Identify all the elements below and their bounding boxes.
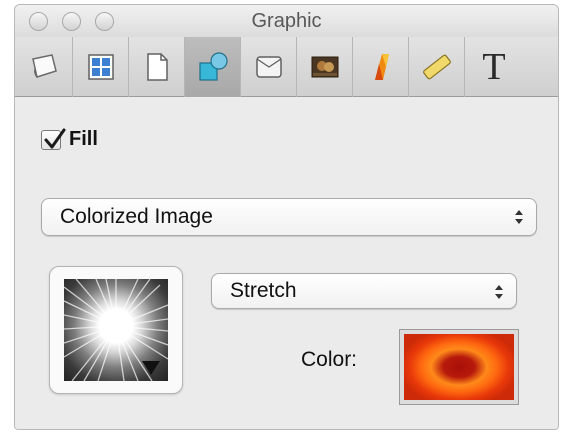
graphic-inspector-window: Graphic T Fill Colorized Image Stretch C… xyxy=(14,4,559,430)
text-icon: T xyxy=(482,46,506,88)
color-swatch xyxy=(404,334,514,400)
checkmark-icon xyxy=(44,128,66,148)
image-scaling-value: Stretch xyxy=(230,279,297,302)
tab-comment[interactable] xyxy=(241,37,297,97)
title-bar: Graphic xyxy=(15,5,558,37)
shapes-icon xyxy=(198,52,228,81)
tab-layout[interactable] xyxy=(73,37,129,97)
tab-graphic[interactable] xyxy=(185,37,241,97)
color-label: Color: xyxy=(301,348,358,371)
fill-label: Fill xyxy=(69,128,98,150)
fill-checkbox[interactable] xyxy=(41,128,66,150)
graphic-fill-panel: Fill Colorized Image Stretch Color: xyxy=(15,98,558,429)
shadow-icon xyxy=(374,54,389,80)
tab-image[interactable] xyxy=(297,37,353,97)
burst-image-preview xyxy=(64,279,168,381)
tab-document[interactable] xyxy=(129,37,185,97)
inspector-toolbar: T xyxy=(15,37,558,97)
tab-text[interactable]: T xyxy=(465,37,523,97)
ruler-icon xyxy=(422,54,451,80)
image-scaling-dropdown[interactable]: Stretch xyxy=(211,273,517,309)
color-well[interactable] xyxy=(399,329,519,405)
fill-row: Fill xyxy=(41,128,98,151)
grid-icon xyxy=(87,54,114,80)
chevron-updown-icon xyxy=(495,285,503,299)
note-icon xyxy=(255,56,282,78)
image-well[interactable] xyxy=(49,266,183,394)
tab-metrics[interactable] xyxy=(409,37,465,97)
image-icon xyxy=(311,56,338,78)
popup-triangle-icon[interactable] xyxy=(142,361,160,375)
window-title: Graphic xyxy=(251,10,322,32)
fill-type-value: Colorized Image xyxy=(60,205,213,228)
tab-canvas[interactable] xyxy=(15,37,73,97)
document-icon xyxy=(146,53,168,81)
fill-type-dropdown[interactable]: Colorized Image xyxy=(41,198,537,236)
canvas-icon xyxy=(31,54,57,78)
tab-style[interactable] xyxy=(353,37,409,97)
chevron-updown-icon xyxy=(515,210,523,224)
